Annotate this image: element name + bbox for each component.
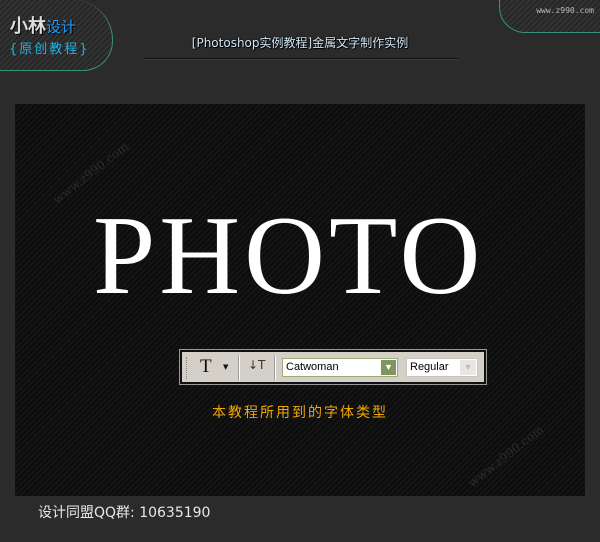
logo-main-text: 小林: [10, 16, 46, 37]
artwork-canvas: www.z990.com www.z990.com PHOTO T ▼ ↓T C…: [15, 104, 585, 496]
font-family-value: Catwoman: [286, 361, 339, 373]
chevron-down-icon[interactable]: ▼: [460, 360, 476, 375]
page-title: [Photoshop实例教程]金属文字制作实例: [191, 36, 409, 50]
font-style-value: Regular: [410, 361, 449, 373]
divider: [238, 356, 240, 380]
site-badge: www.z990.com: [499, 0, 600, 33]
logo-main: 小林设计: [10, 12, 76, 38]
logo-subtitle: {原创教程}: [9, 42, 90, 57]
footer-qq-group: 设计同盟QQ群: 10635190: [38, 505, 211, 521]
font-style-select[interactable]: Regular ▼: [406, 358, 478, 377]
text-orientation-icon[interactable]: ↓T: [248, 358, 265, 372]
type-options-toolbar: T ▼ ↓T Catwoman ▼ Regular ▼: [179, 349, 487, 385]
caption: 本教程所用到的字体类型: [212, 405, 388, 421]
logo: 小林设计 {原创教程}: [0, 0, 113, 71]
toolbar-grip[interactable]: [186, 357, 189, 379]
watermark: www.z990.com: [465, 422, 547, 490]
type-tool-icon[interactable]: T: [200, 356, 212, 378]
title-divider: [143, 58, 458, 60]
divider: [274, 356, 276, 380]
chevron-down-icon[interactable]: ▼: [223, 363, 228, 371]
logo-accent-text: 设计: [46, 18, 77, 36]
font-family-select[interactable]: Catwoman ▼: [282, 358, 398, 377]
site-url: www.z990.com: [536, 6, 594, 15]
headline-text: PHOTO: [93, 194, 485, 318]
chevron-down-icon[interactable]: ▼: [381, 360, 396, 375]
